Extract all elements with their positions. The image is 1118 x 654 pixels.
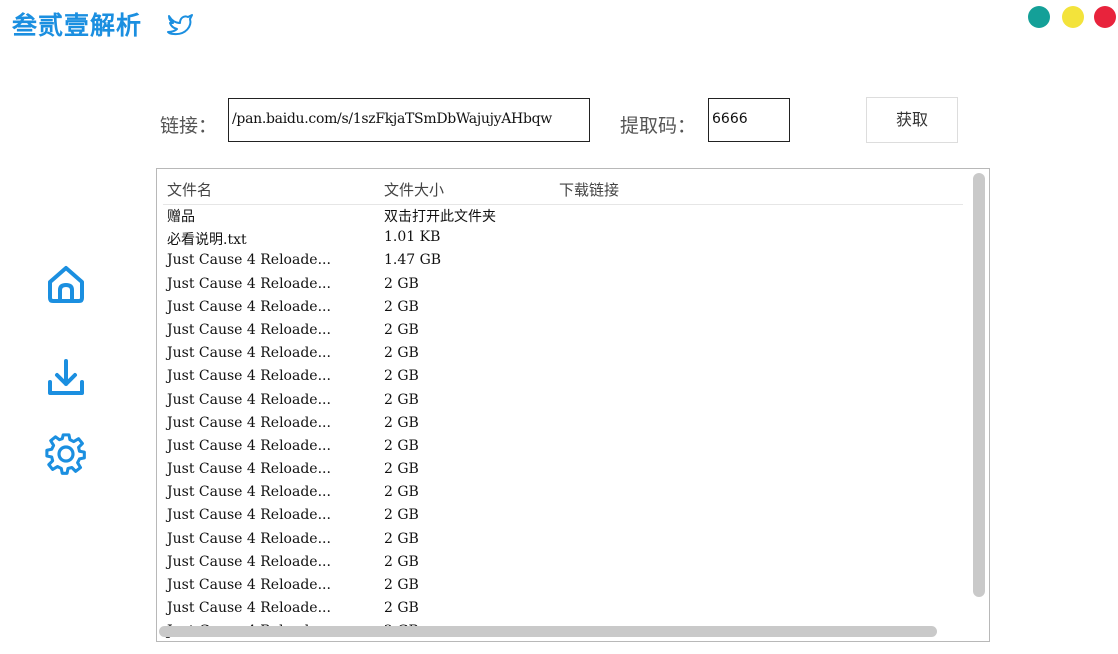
file-name: 赠品 xyxy=(167,209,195,225)
file-name: Just Cause 4 Reloade... xyxy=(167,391,331,408)
file-size: 双击打开此文件夹 xyxy=(384,209,496,225)
file-size: 1.01 KB xyxy=(384,229,441,246)
file-name: Just Cause 4 Reloade... xyxy=(167,252,331,269)
file-size: 2 GB xyxy=(384,553,419,570)
header-divider xyxy=(163,204,963,205)
file-size: 2 GB xyxy=(384,321,419,338)
horizontal-scroll-thumb[interactable] xyxy=(159,626,937,637)
code-label: 提取码： xyxy=(620,115,697,137)
file-list[interactable]: 文件名 文件大小 下载链接 赠品 双击打开此文件夹必看说明.txt 1.01 KB J… xyxy=(156,168,990,642)
file-size: 2 GB xyxy=(384,275,419,292)
fetch-button[interactable]: 获取 xyxy=(866,97,958,143)
app-title: 叁贰壹解析 xyxy=(12,11,143,40)
vertical-scroll-thumb[interactable] xyxy=(973,173,985,597)
file-name: Just Cause 4 Reloade... xyxy=(167,577,331,593)
file-name: Just Cause 4 Reloade... xyxy=(167,437,331,454)
file-size: 2 GB xyxy=(384,461,419,478)
column-header-size[interactable]: 文件大小 xyxy=(384,179,444,200)
file-name: Just Cause 4 Reloade... xyxy=(167,414,331,431)
file-name: Just Cause 4 Reloade... xyxy=(167,461,331,478)
file-size: 2 GB xyxy=(384,530,419,547)
file-name: 必看说明.txt xyxy=(167,232,247,249)
file-name: Just Cause 4 Reloade... xyxy=(167,298,331,315)
file-size: 2 GB xyxy=(384,368,419,385)
file-size: 2 GB xyxy=(384,437,419,454)
file-name: Just Cause 4 Reloade... xyxy=(167,345,331,362)
window-dot-red[interactable] xyxy=(1094,6,1116,28)
file-name: Just Cause 4 Reloade... xyxy=(167,368,331,385)
file-size: 1.47 GB xyxy=(384,252,442,269)
download-icon[interactable] xyxy=(44,356,88,400)
file-size: 2 GB xyxy=(384,345,419,362)
column-header-name[interactable]: 文件名 xyxy=(167,179,212,200)
file-name: Just Cause 4 Reloade... xyxy=(167,507,331,524)
home-icon[interactable] xyxy=(44,262,88,306)
link-input[interactable]: /pan.baidu.com/s/1szFkjaTSmDbWajujyAHbqw xyxy=(228,98,590,142)
column-header-link[interactable]: 下载链接 xyxy=(559,179,619,200)
gear-icon[interactable] xyxy=(44,432,88,476)
file-name: Just Cause 4 Reloade... xyxy=(167,484,331,501)
bird-icon[interactable] xyxy=(166,10,194,38)
file-size: 2 GB xyxy=(384,600,419,617)
file-size: 2 GB xyxy=(384,507,419,524)
file-size: 2 GB xyxy=(384,577,419,593)
window-dot-teal[interactable] xyxy=(1028,6,1050,28)
window-dot-yellow[interactable] xyxy=(1062,6,1084,28)
file-name: Just Cause 4 Reloade... xyxy=(167,275,331,292)
link-label: 链接： xyxy=(160,115,218,137)
file-size: 2 GB xyxy=(384,391,419,408)
extraction-code-input[interactable]: 6666 xyxy=(708,98,790,142)
file-size: 2 GB xyxy=(384,298,419,315)
file-name: Just Cause 4 Reloade... xyxy=(167,530,331,547)
file-name: Just Cause 4 Reloade... xyxy=(167,321,331,338)
file-name: Just Cause 4 Reloade... xyxy=(167,600,331,617)
file-size: 2 GB xyxy=(384,414,419,431)
file-name: Just Cause 4 Reloade... xyxy=(167,553,331,570)
file-size: 2 GB xyxy=(384,484,419,501)
vertical-scrollbar[interactable] xyxy=(971,169,989,641)
